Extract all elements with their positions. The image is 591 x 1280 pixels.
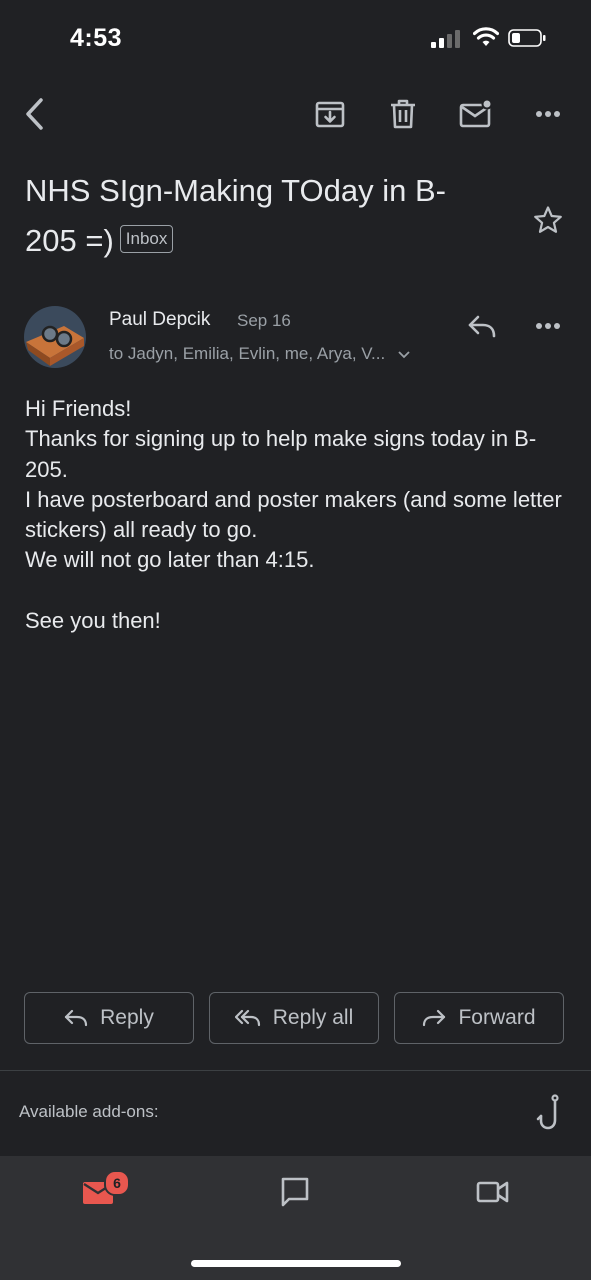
- archive-button[interactable]: [310, 94, 350, 134]
- back-button[interactable]: [14, 94, 54, 134]
- email-subject: NHS SIgn-Making TOday in B-205 =) Inbox: [25, 166, 495, 266]
- battery-icon: [508, 29, 546, 47]
- body-line: I have posterboard and poster makers (an…: [25, 486, 562, 543]
- email-body: Hi Friends! Thanks for signing up to hel…: [25, 394, 570, 636]
- star-button[interactable]: [528, 200, 568, 240]
- more-button[interactable]: [528, 94, 568, 134]
- body-line: See you then!: [25, 607, 161, 633]
- home-indicator[interactable]: [191, 1260, 401, 1267]
- mark-unread-button[interactable]: [456, 94, 496, 134]
- reply-all-button[interactable]: Reply all: [209, 992, 379, 1044]
- inbox-label[interactable]: Inbox: [119, 224, 174, 253]
- body-line: Thanks for signing up to help make signs…: [25, 426, 537, 482]
- sender-name: Paul Depcik: [109, 309, 211, 330]
- back-icon: [26, 98, 43, 130]
- forward-button[interactable]: Forward: [394, 992, 564, 1044]
- reply-all-label: Reply all: [272, 1006, 354, 1029]
- delete-icon: [391, 99, 415, 129]
- status-time: 4:53: [70, 24, 123, 52]
- reply-label: Reply: [100, 1006, 154, 1029]
- addons-label: Available add-ons:: [19, 1102, 159, 1121]
- divider: [0, 1070, 591, 1071]
- chat-icon: [281, 1177, 309, 1207]
- forward-label: Forward: [458, 1006, 536, 1029]
- addons-button[interactable]: [528, 1092, 568, 1134]
- star-icon: [534, 206, 562, 233]
- archive-icon: [315, 101, 345, 128]
- chevron-down-icon: [398, 350, 410, 358]
- recipients-toggle[interactable]: to Jadyn, Emilia, Evlin, me, Arya, V...: [109, 344, 410, 364]
- more-icon: [536, 111, 560, 117]
- reply-button[interactable]: Reply: [24, 992, 194, 1044]
- nav-chat[interactable]: [272, 1170, 318, 1214]
- video-icon: [476, 1181, 509, 1203]
- mail-badge: 6: [104, 1170, 130, 1196]
- recipients-text: to Jadyn, Emilia, Evlin, me, Arya, V...: [109, 344, 386, 363]
- more-vert-icon: [536, 323, 560, 329]
- forward-icon: [423, 1009, 446, 1027]
- nav-meet[interactable]: [470, 1170, 516, 1214]
- hook-icon: [536, 1094, 559, 1130]
- delete-button[interactable]: [383, 94, 423, 134]
- reply-all-icon: [234, 1009, 260, 1027]
- body-blank-line: [25, 576, 570, 606]
- signal-icon: [431, 30, 460, 48]
- avatar[interactable]: [24, 306, 86, 368]
- subject-text: NHS SIgn-Making TOday in B-205 =): [25, 173, 446, 258]
- reply-quick-button[interactable]: [462, 306, 502, 346]
- wifi-icon: [473, 27, 499, 46]
- reply-icon: [468, 315, 496, 338]
- message-more-button[interactable]: [528, 306, 568, 346]
- body-line: Hi Friends!: [25, 396, 132, 421]
- body-line: We will not go later than 4:15.: [25, 547, 315, 573]
- reply-icon: [65, 1009, 88, 1027]
- sender-date: Sep 16: [237, 311, 291, 330]
- mark-unread-icon: [459, 99, 493, 128]
